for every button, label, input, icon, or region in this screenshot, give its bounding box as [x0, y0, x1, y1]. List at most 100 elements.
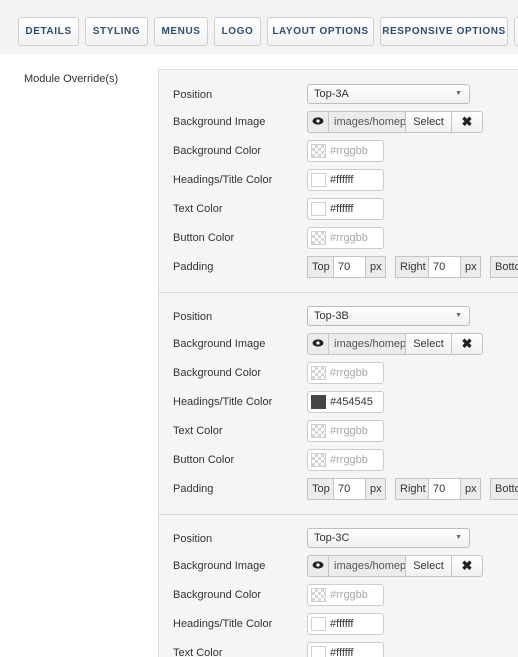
clear-image-button[interactable]: ✖ [451, 555, 483, 577]
headings-color-input[interactable]: #ffffff [307, 613, 384, 635]
tab-details[interactable]: DETAILS [18, 17, 79, 46]
padding-row: Padding Top 70 px Right 70 px Bottom [159, 256, 518, 280]
tab-responsive-options[interactable]: RESPONSIVE OPTIONS [380, 17, 508, 46]
headings-color-input[interactable]: #454545 [307, 391, 384, 413]
color-swatch [311, 202, 326, 216]
text-color-label: Text Color [173, 647, 223, 657]
background-image-label: Background Image [173, 560, 266, 572]
headings-color-label: Headings/Title Color [173, 396, 273, 408]
tab-logo[interactable]: LOGO [214, 17, 261, 46]
button-color-input[interactable]: #rrggbb [307, 449, 384, 471]
clear-image-button[interactable]: ✖ [451, 111, 483, 133]
tab-overflow[interactable] [514, 17, 518, 46]
position-value: Top-3A [314, 88, 349, 100]
eye-icon[interactable] [307, 111, 329, 133]
headings-color-row: Headings/Title Color #454545 [159, 391, 518, 415]
padding-right-input[interactable]: 70 [428, 478, 461, 500]
color-value: #ffffff [330, 174, 354, 186]
button-color-row: Button Color #rrggbb [159, 227, 518, 251]
color-swatch [311, 395, 326, 409]
close-icon: ✖ [461, 336, 473, 351]
background-image-path[interactable]: images/homepage [328, 555, 406, 577]
select-image-button[interactable]: Select [405, 555, 452, 577]
background-image-label: Background Image [173, 338, 266, 350]
chevron-down-icon: ▼ [455, 534, 462, 541]
clear-image-button[interactable]: ✖ [451, 333, 483, 355]
background-color-row: Background Color #rrggbb [159, 584, 518, 608]
position-value: Top-3C [314, 532, 350, 544]
color-value: #ffffff [330, 203, 354, 215]
eye-icon[interactable] [307, 555, 329, 577]
padding-top-input[interactable]: 70 [333, 256, 366, 278]
tab-styling[interactable]: STYLING [85, 17, 148, 46]
padding-bottom-label: Bottom [490, 256, 518, 278]
background-color-input[interactable]: #rrggbb [307, 362, 384, 384]
padding-label: Padding [173, 483, 214, 495]
headings-color-label: Headings/Title Color [173, 174, 273, 186]
button-color-label: Button Color [173, 232, 235, 244]
position-label: Position [173, 533, 213, 545]
position-value: Top-3B [314, 310, 349, 322]
padding-right-unit: px [460, 478, 481, 500]
color-swatch [311, 366, 326, 380]
text-color-label: Text Color [173, 425, 223, 437]
padding-right-unit: px [460, 256, 481, 278]
padding-right-label: Right [395, 478, 429, 500]
select-image-button[interactable]: Select [405, 333, 452, 355]
color-placeholder: #rrggbb [330, 145, 368, 157]
chevron-down-icon: ▼ [455, 90, 462, 97]
position-row: Position Top-3C ▼ [159, 528, 518, 552]
color-placeholder: #rrggbb [330, 367, 368, 379]
headings-color-row: Headings/Title Color #ffffff [159, 169, 518, 193]
position-label: Position [173, 311, 213, 323]
padding-top-unit: px [365, 478, 386, 500]
close-icon: ✖ [461, 558, 473, 573]
position-select[interactable]: Top-3A ▼ [307, 84, 470, 104]
background-color-input[interactable]: #rrggbb [307, 584, 384, 606]
position-select[interactable]: Top-3B ▼ [307, 306, 470, 326]
color-value: #ffffff [330, 647, 354, 657]
text-color-input[interactable]: #ffffff [307, 198, 384, 220]
position-row: Position Top-3B ▼ [159, 306, 518, 330]
background-color-input[interactable]: #rrggbb [307, 140, 384, 162]
button-color-input[interactable]: #rrggbb [307, 227, 384, 249]
module-overrides-label: Module Override(s) [24, 73, 119, 85]
padding-row: Padding Top 70 px Right 70 px Bottom [159, 478, 518, 502]
background-color-label: Background Color [173, 145, 262, 157]
background-image-label: Background Image [173, 116, 266, 128]
position-label: Position [173, 89, 213, 101]
close-icon: ✖ [461, 114, 473, 129]
padding-bottom-label: Bottom [490, 478, 518, 500]
chevron-down-icon: ▼ [455, 312, 462, 319]
eye-icon[interactable] [307, 333, 329, 355]
position-row: Position Top-3A ▼ [159, 84, 518, 108]
background-image-field: images/homepage Select ✖ [307, 111, 483, 133]
headings-color-input[interactable]: #ffffff [307, 169, 384, 191]
color-swatch [311, 424, 326, 438]
button-color-row: Button Color #rrggbb [159, 449, 518, 473]
background-image-row: Background Image images/homepage Select … [159, 333, 518, 357]
padding-top-unit: px [365, 256, 386, 278]
select-image-button[interactable]: Select [405, 111, 452, 133]
background-image-row: Background Image images/homepage Select … [159, 111, 518, 135]
section-divider [159, 292, 518, 293]
color-swatch [311, 646, 326, 657]
tab-menus[interactable]: MENUS [154, 17, 208, 46]
padding-top-input[interactable]: 70 [333, 478, 366, 500]
text-color-input[interactable]: #rrggbb [307, 420, 384, 442]
color-swatch [311, 453, 326, 467]
section-divider [159, 514, 518, 515]
text-color-row: Text Color #ffffff [159, 642, 518, 657]
background-image-path[interactable]: images/homepage [328, 111, 406, 133]
color-swatch [311, 588, 326, 602]
padding-right-input[interactable]: 70 [428, 256, 461, 278]
background-image-path[interactable]: images/homepage [328, 333, 406, 355]
module-override-panel: Position Top-3A ▼ Background Image image… [158, 69, 518, 657]
padding-top-label: Top [307, 256, 334, 278]
tab-layout-options[interactable]: LAYOUT OPTIONS [267, 17, 374, 46]
background-color-row: Background Color #rrggbb [159, 140, 518, 164]
position-select[interactable]: Top-3C ▼ [307, 528, 470, 548]
text-color-input[interactable]: #ffffff [307, 642, 384, 657]
color-value: #ffffff [330, 618, 354, 630]
color-swatch [311, 231, 326, 245]
